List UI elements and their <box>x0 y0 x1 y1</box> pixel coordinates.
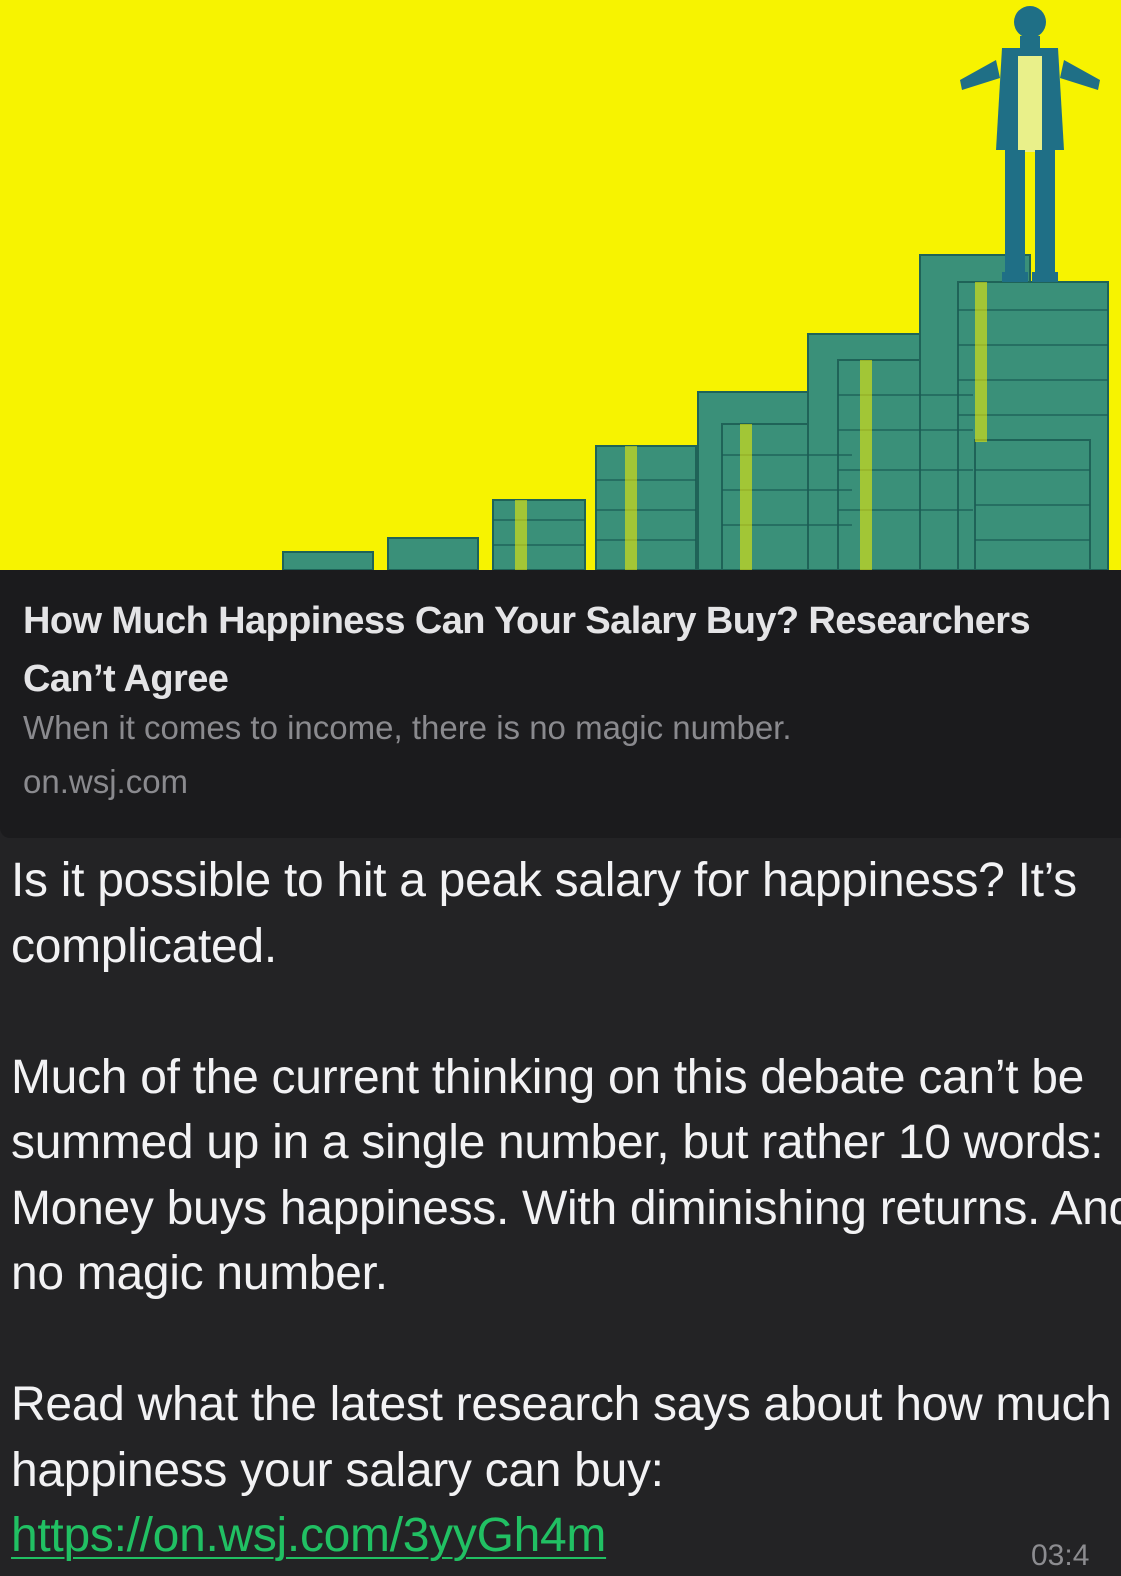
link-preview-domain: on.wsj.com <box>23 763 189 800</box>
message-paragraph-1: Is it possible to hit a peak salary for … <box>11 854 1077 973</box>
message-text: Is it possible to hit a peak salary for … <box>11 848 1121 1569</box>
message-paragraph-3: Read what the latest research says about… <box>11 1378 1112 1497</box>
link-preview-title: How Much Happiness Can Your Salary Buy? … <box>23 600 1031 700</box>
message-paragraph-2: Much of the current thinking on this deb… <box>11 1050 1121 1301</box>
message-bubble: How Much Happiness Can Your Salary Buy? … <box>0 0 1121 1576</box>
link-preview-image[interactable] <box>0 0 1121 570</box>
money-stairs-illustration <box>0 0 1121 570</box>
message-link[interactable]: https://on.wsj.com/3yyGh4m <box>11 1509 606 1562</box>
message-timestamp: 03:4 <box>1031 1539 1090 1572</box>
link-preview-panel[interactable]: How Much Happiness Can Your Salary Buy? … <box>0 570 1121 838</box>
link-preview-description: When it comes to income, there is no mag… <box>23 709 792 746</box>
